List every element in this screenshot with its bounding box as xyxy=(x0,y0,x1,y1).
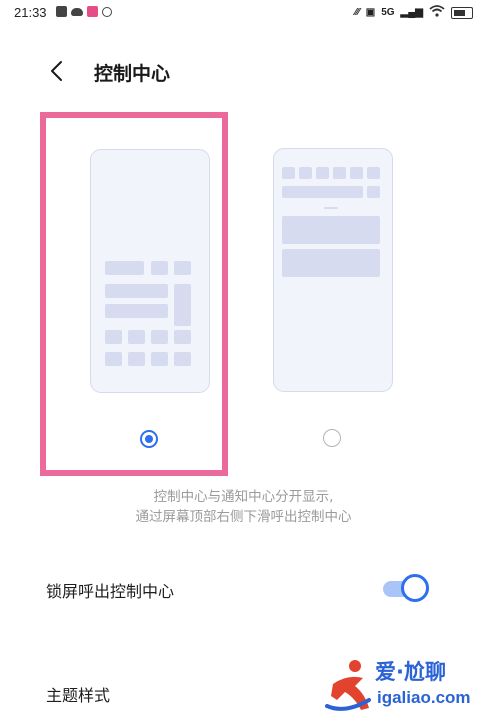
nfc-icon: ⁄⁄⁄ xyxy=(354,7,360,18)
radio-combined[interactable] xyxy=(323,429,341,447)
mock-block xyxy=(299,167,312,179)
mock-block xyxy=(174,284,191,326)
watermark-logo-icon xyxy=(325,660,371,711)
mock-block xyxy=(128,352,145,366)
theme-label: 主题样式 xyxy=(46,686,111,705)
mock-block xyxy=(151,261,168,275)
page-header: 控制中心 xyxy=(0,50,487,94)
status-system-icons: ⁄⁄⁄ ▣ 5G ▂▄▆ xyxy=(355,5,473,20)
lockscreen-toggle[interactable] xyxy=(383,574,431,604)
wifi-icon xyxy=(429,5,445,20)
battery-icon xyxy=(451,6,473,19)
setting-row-lockscreen: 锁屏呼出控制中心 xyxy=(0,564,487,614)
mock-block xyxy=(151,330,168,344)
app-notification-icon xyxy=(87,6,98,17)
status-bar: 21:33 ⁄⁄⁄ ▣ 5G ▂▄▆ xyxy=(0,0,487,26)
circle-icon xyxy=(102,6,112,17)
mock-block xyxy=(105,330,122,344)
mock-block xyxy=(128,330,145,344)
mock-block xyxy=(174,352,191,366)
description-line-2: 通过屏幕顶部右侧下滑呼出控制中心 xyxy=(135,509,352,525)
mock-block xyxy=(316,167,329,179)
layout-option-separate[interactable] xyxy=(40,112,228,476)
description-text: 控制中心与通知中心分开显示, 通过屏幕顶部右侧下滑呼出控制中心 xyxy=(0,487,487,527)
signal-icon: ▂▄▆ xyxy=(400,7,423,18)
mock-block xyxy=(282,167,295,179)
status-notification-icons xyxy=(56,6,112,17)
cloud-icon xyxy=(71,7,83,16)
layout-option-combined[interactable] xyxy=(259,112,447,476)
description-line-1: 控制中心与通知中心分开显示, xyxy=(153,489,334,505)
phone-preview-separate xyxy=(90,149,210,393)
watermark: 爱·尬聊 igaliao.com xyxy=(325,654,485,716)
phone-preview-combined xyxy=(273,148,393,392)
mock-block xyxy=(105,261,144,275)
mock-block xyxy=(105,352,122,366)
mock-block xyxy=(282,186,363,198)
lockscreen-label: 锁屏呼出控制中心 xyxy=(46,582,175,601)
mock-block xyxy=(333,167,346,179)
chevron-left-icon xyxy=(51,61,62,81)
page-title: 控制中心 xyxy=(94,63,171,85)
hd-icon: ▣ xyxy=(365,7,376,18)
mock-block xyxy=(105,284,168,298)
back-button[interactable] xyxy=(42,56,72,86)
status-time: 21:33 xyxy=(14,5,47,20)
drag-handle xyxy=(324,207,338,209)
signal-label: 5G xyxy=(381,7,395,18)
mock-block xyxy=(174,330,191,344)
watermark-brand: 爱·尬聊 xyxy=(375,660,446,684)
notification-block xyxy=(282,216,380,244)
mock-block xyxy=(350,167,363,179)
weather-icon xyxy=(56,6,67,17)
mock-block xyxy=(151,352,168,366)
mock-block xyxy=(105,304,168,318)
watermark-domain: igaliao.com xyxy=(377,688,471,707)
mock-block xyxy=(367,186,380,198)
notification-block xyxy=(282,249,380,277)
radio-separate[interactable] xyxy=(140,430,158,448)
mock-block xyxy=(174,261,191,275)
mock-block xyxy=(367,167,380,179)
toggle-knob xyxy=(401,574,429,602)
